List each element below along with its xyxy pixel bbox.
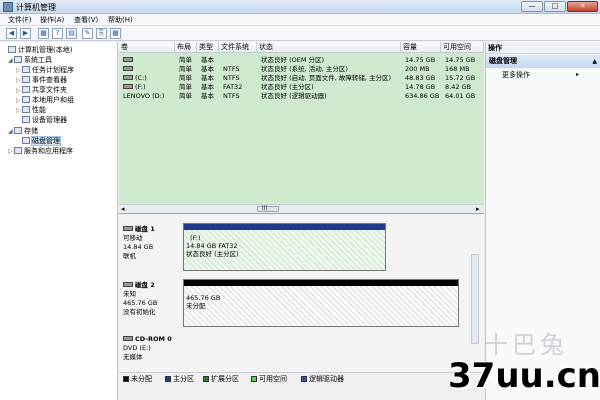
legend-unallocated: 未分配 [123, 374, 152, 384]
export-icon[interactable]: ⎘ [96, 28, 107, 39]
legend-swatch [123, 376, 129, 382]
table-row[interactable]: LENOVO (D:) [121, 92, 175, 101]
volume-icon [123, 75, 133, 80]
event-icon [22, 76, 30, 83]
maximize-button[interactable]: □ [544, 1, 566, 12]
menu-help[interactable]: 帮助(H) [108, 15, 133, 25]
tree-item-system-tools[interactable]: ◢ 系统工具 [8, 55, 52, 65]
disk-icon [22, 137, 30, 144]
tree-item-event-viewer[interactable]: ▷ 事件查看器 [16, 75, 67, 85]
site-watermark: 37uu.cn [448, 356, 600, 396]
tree-item-local-users[interactable]: ▷ 本地用户和组 [16, 95, 74, 105]
menu-file[interactable]: 文件(F) [8, 15, 32, 25]
table-row[interactable] [121, 65, 175, 74]
menu-view[interactable]: 查看(V) [74, 15, 98, 25]
back-icon[interactable]: ◀ [6, 28, 17, 39]
tree-item-device-manager[interactable]: 设备管理器 [16, 115, 67, 125]
tree-item-computer-management[interactable]: 计算机管理(本地) [2, 45, 72, 55]
removable-disk-icon [123, 226, 133, 231]
storage-icon [14, 127, 22, 134]
show-hide-tree-icon[interactable]: ? [52, 28, 63, 39]
tree-item-storage[interactable]: ◢ 存储 [8, 126, 38, 136]
legend-swatch [165, 376, 171, 382]
legend-primary: 主分区 [165, 374, 194, 384]
device-icon [22, 116, 30, 123]
disk-error-icon [123, 282, 133, 287]
tree-item-services-apps[interactable]: ▷ 服务和应用程序 [8, 146, 73, 156]
minimize-button[interactable]: — [521, 1, 543, 12]
folder-icon [22, 86, 30, 93]
actions-disk-management[interactable]: 磁盘管理 ▲ [486, 55, 600, 68]
scroll-right-icon[interactable]: ▸ [476, 205, 480, 213]
toolbar: ◀ ▶ ▦ ? ▤ ✎ ⎘ ▦ [0, 26, 600, 41]
legend-extended: 扩展分区 [203, 374, 239, 384]
submenu-arrow-icon: ▸ [576, 71, 580, 78]
vertical-scrollbar[interactable] [471, 254, 479, 344]
column-status[interactable]: 状态 [257, 42, 401, 53]
actions-header: 操作 [486, 42, 600, 54]
unallocated-bar [184, 280, 458, 286]
table-row[interactable]: (C:) [121, 74, 175, 83]
partition-f[interactable]: (F:) 14.84 GB FAT32 状态良好 (主分区) [183, 223, 386, 271]
column-free-space[interactable]: 可用空间 [441, 42, 484, 53]
view-icon[interactable]: ▦ [110, 28, 121, 39]
computer-icon [8, 46, 16, 53]
legend-swatch [301, 376, 307, 382]
tree-item-task-scheduler[interactable]: ▷ 任务计划程序 [16, 65, 74, 75]
tools-icon [14, 56, 22, 63]
column-layout[interactable]: 布局 [175, 42, 197, 53]
properties-icon[interactable]: ✎ [82, 28, 93, 39]
up-folder-icon[interactable]: ▦ [38, 28, 49, 39]
close-button[interactable]: ✕ [567, 1, 598, 12]
legend-swatch [203, 376, 209, 382]
tree-item-disk-management[interactable]: 磁盘管理 [16, 136, 61, 146]
legend-free-space: 可用空间 [251, 374, 287, 384]
table-row[interactable] [121, 56, 175, 65]
disk-graphical-view: 磁盘 1 可移动 14.84 GB 联机 (F:) 14.84 GB FAT32… [119, 215, 484, 372]
column-volume[interactable]: 卷 [119, 42, 175, 53]
unallocated-partition[interactable]: 465.76 GB 未分配 [183, 279, 459, 327]
performance-icon [22, 106, 30, 113]
users-icon [22, 96, 30, 103]
help-icon[interactable]: ▤ [66, 28, 77, 39]
scroll-thumb[interactable]: ||| [257, 205, 279, 212]
scroll-left-icon[interactable]: ◂ [121, 205, 125, 213]
disk-legend: 未分配 主分区 扩展分区 可用空间 逻辑驱动器 [119, 372, 484, 384]
disk-2-info[interactable]: 磁盘 2 未知 465.76 GB 没有初始化 [123, 281, 181, 317]
menu-bar: 文件(F) 操作(A) 查看(V) 帮助(H) [0, 14, 600, 26]
volume-icon [123, 57, 133, 62]
cdrom-icon [123, 336, 133, 341]
table-row[interactable]: (F:) [121, 83, 175, 92]
disk-1-info[interactable]: 磁盘 1 可移动 14.84 GB 联机 [123, 225, 181, 261]
services-icon [14, 147, 22, 154]
legend-logical-drive: 逻辑驱动器 [301, 374, 344, 384]
collapse-arrow-icon[interactable]: ▲ [592, 55, 597, 68]
column-type[interactable]: 类型 [197, 42, 219, 53]
volume-icon [123, 66, 133, 71]
column-filesystem[interactable]: 文件系统 [219, 42, 257, 53]
title-bar: 计算机管理 — □ ✕ [0, 0, 600, 14]
clock-icon [22, 66, 30, 73]
navigation-tree: 计算机管理(本地) ◢ 系统工具 ▷ 任务计划程序 ▷ 事件查看器 ▷ 共享文件夹 ▷ 本… [0, 42, 118, 400]
primary-partition-bar [184, 224, 385, 230]
window-title: 计算机管理 [16, 3, 56, 12]
menu-action[interactable]: 操作(A) [40, 15, 64, 25]
more-actions-link[interactable]: 更多操作 ▸ [502, 70, 579, 80]
tree-item-shared-folders[interactable]: ▷ 共享文件夹 [16, 85, 67, 95]
legend-swatch [251, 376, 257, 382]
forward-icon[interactable]: ▶ [20, 28, 31, 39]
column-capacity[interactable]: 容量 [401, 42, 441, 53]
cdrom-info[interactable]: CD-ROM 0 DVD (E:) 无媒体 [123, 335, 181, 362]
volume-icon [123, 84, 133, 89]
horizontal-scrollbar[interactable]: ◂ ||| ▸ [119, 204, 484, 213]
brand-watermark: 十巴兔 [484, 331, 568, 359]
tree-item-performance[interactable]: ▷ 性能 [16, 105, 46, 115]
volume-list: 卷 布局 类型 文件系统 状态 容量 可用空间 简单 基本 状态良好 (OEM … [119, 42, 484, 214]
computer-management-icon [3, 2, 13, 12]
